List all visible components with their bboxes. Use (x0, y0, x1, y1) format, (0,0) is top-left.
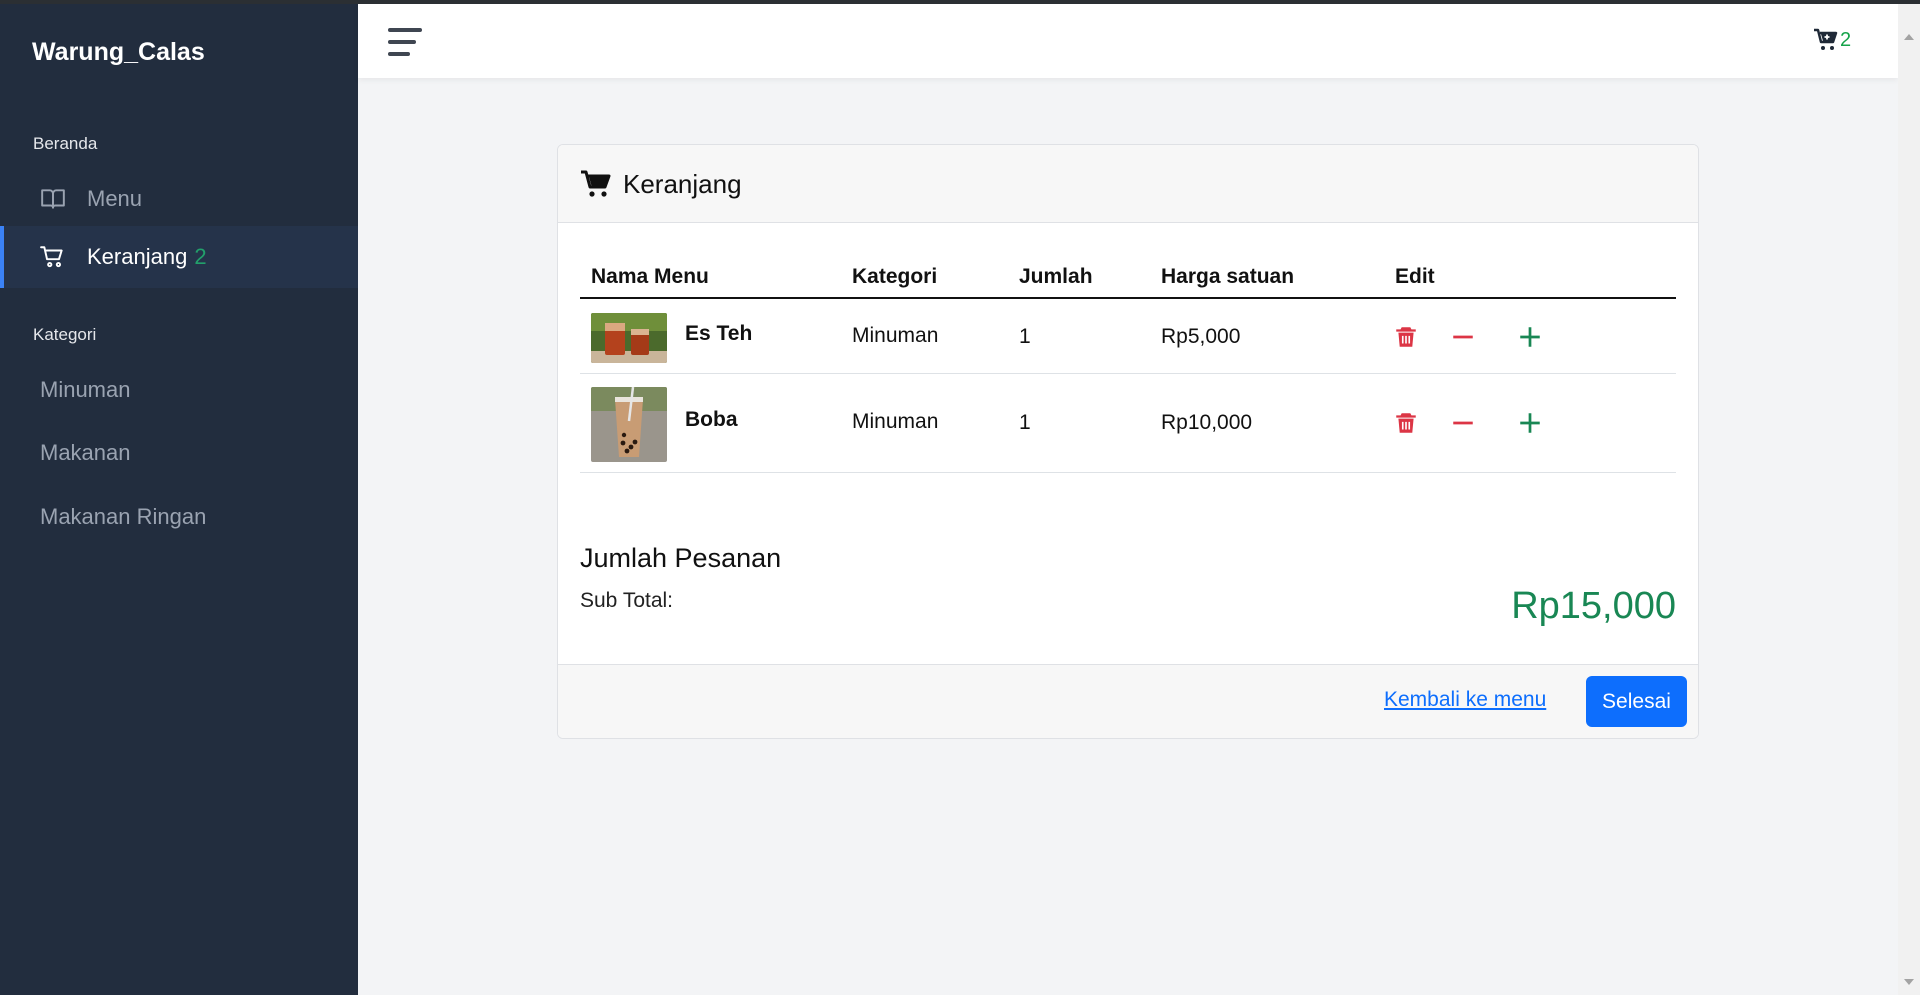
column-header: Jumlah (1019, 265, 1093, 288)
cart-icon (40, 246, 63, 268)
window-top-border (0, 0, 1920, 4)
trash-icon[interactable] (1393, 410, 1419, 436)
item-category: Minuman (852, 410, 939, 433)
cart-label: Keranjang (87, 244, 188, 269)
column-header: Edit (1395, 265, 1435, 288)
minus-icon[interactable] (1450, 324, 1476, 350)
top-cart-count: 2 (1840, 28, 1852, 51)
subtotal-label: Sub Total: (580, 589, 674, 612)
item-image-boba (591, 387, 667, 462)
item-category: Minuman (852, 324, 939, 347)
sidebar-item-category[interactable]: Minuman (40, 377, 130, 403)
plus-icon[interactable] (1517, 410, 1543, 436)
cart-card: Keranjang Nama Menu Kategori Jumlah Harg… (557, 144, 1699, 739)
table-row: Es Teh Minuman 1 Rp5,000 (580, 301, 1676, 374)
sidebar: Warung_Calas Beranda Menu Keranjang 2 Kat… (0, 4, 358, 995)
cart-icon (581, 170, 611, 197)
card-header: Keranjang (558, 145, 1698, 223)
table-header: Nama Menu Kategori Jumlah Harga satuan E… (580, 261, 1676, 299)
column-header: Harga satuan (1161, 265, 1295, 288)
plus-icon[interactable] (1517, 324, 1543, 350)
section-label-category: Kategori (33, 325, 97, 344)
section-label-home: Beranda (33, 134, 98, 153)
top-cart-button[interactable]: 2 (1813, 28, 1851, 52)
trash-icon[interactable] (1393, 324, 1419, 350)
back-to-menu-link[interactable]: Kembali ke menu (1384, 688, 1546, 712)
item-price: Rp10,000 (1161, 411, 1253, 434)
sidebar-item-label: Keranjang 2 (87, 244, 207, 270)
book-icon (41, 189, 65, 209)
hamburger-icon[interactable] (388, 28, 422, 56)
subtotal-value: Rp15,000 (1511, 585, 1676, 627)
minus-icon[interactable] (1450, 410, 1476, 436)
cart-count-badge: 2 (194, 244, 207, 269)
app-window: Warung_Calas Beranda Menu Keranjang 2 Kat… (0, 0, 1920, 995)
sidebar-item-cart[interactable]: Keranjang 2 (0, 226, 358, 288)
card-footer: Kembali ke menu Selesai (558, 664, 1698, 738)
item-name: Es Teh (685, 322, 753, 345)
sidebar-item-category[interactable]: Makanan (40, 440, 131, 466)
item-qty: 1 (1019, 411, 1031, 434)
finish-button[interactable]: Selesai (1586, 676, 1687, 727)
active-indicator (0, 226, 4, 288)
sidebar-item-label: Menu (87, 186, 143, 211)
item-image-es-teh (591, 313, 667, 363)
summary-title: Jumlah Pesanan (580, 543, 782, 573)
cart-plus-icon (1814, 28, 1838, 50)
scroll-down-arrow[interactable] (1904, 979, 1914, 985)
sidebar-item-menu[interactable]: Menu (0, 168, 358, 230)
sidebar-item-category[interactable]: Makanan Ringan (40, 504, 206, 530)
table-row: Boba Minuman 1 Rp10,000 (580, 375, 1676, 473)
column-header: Kategori (852, 265, 938, 288)
scroll-up-arrow[interactable] (1904, 34, 1914, 40)
column-header: Nama Menu (591, 265, 709, 288)
item-name: Boba (685, 408, 738, 431)
item-qty: 1 (1019, 325, 1031, 348)
scrollbar[interactable] (1898, 4, 1920, 995)
top-navbar: 2 (358, 4, 1898, 78)
item-price: Rp5,000 (1161, 325, 1241, 348)
brand-logo[interactable]: Warung_Calas (32, 38, 205, 67)
card-title: Keranjang (623, 169, 742, 199)
